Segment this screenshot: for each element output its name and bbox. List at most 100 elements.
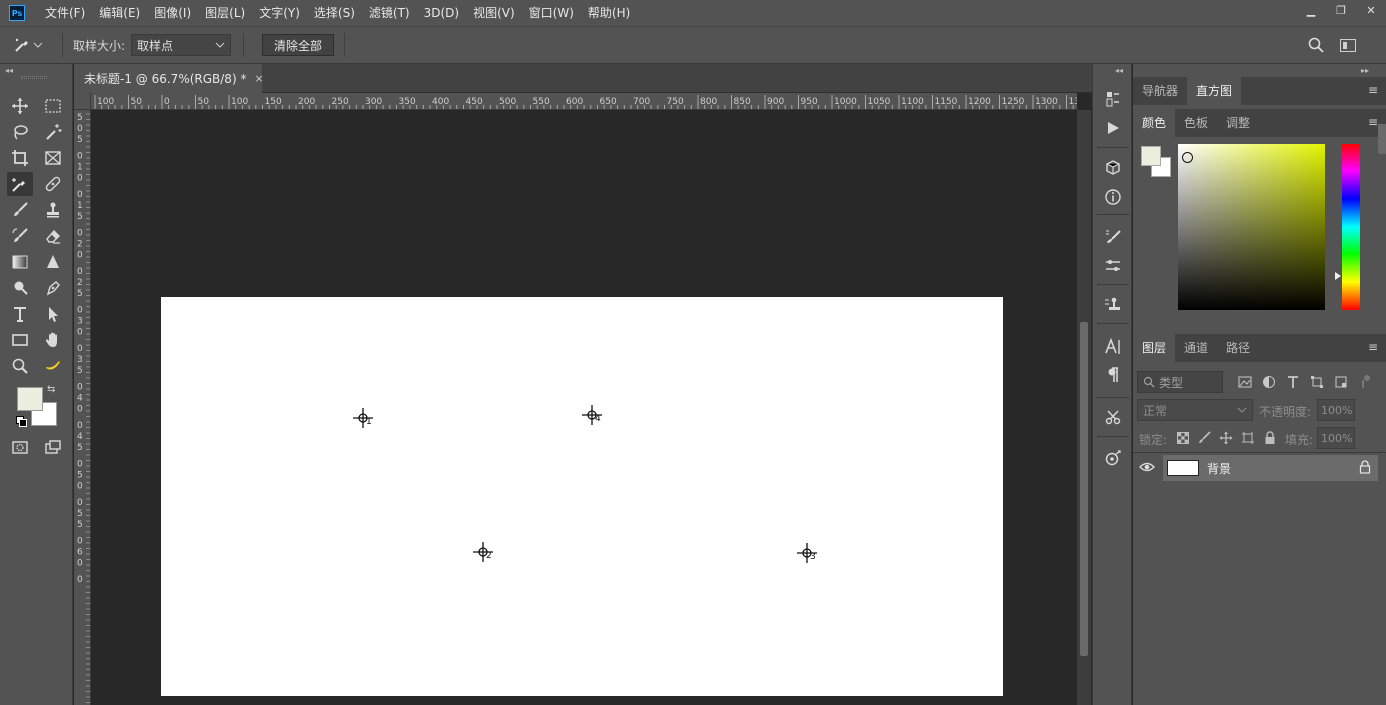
tool-preset-picker[interactable] bbox=[0, 30, 56, 60]
banana-icon[interactable] bbox=[40, 354, 66, 378]
close-icon[interactable]: × bbox=[254, 72, 263, 85]
document-tab[interactable]: 未标题-1 @ 66.7%(RGB/8) * × bbox=[74, 64, 264, 93]
ruler-origin[interactable] bbox=[74, 93, 91, 110]
search-icon[interactable] bbox=[1308, 37, 1324, 53]
menu-window[interactable]: 窗口(W) bbox=[522, 0, 581, 26]
menu-layer[interactable]: 图层(L) bbox=[198, 0, 252, 26]
collapse-panels-icon[interactable]: ▸▸ bbox=[1361, 66, 1369, 75]
frame-tool-icon[interactable] bbox=[40, 146, 66, 170]
brush-tool-icon[interactable] bbox=[7, 198, 33, 222]
tab-color[interactable]: 颜色 bbox=[1133, 109, 1176, 137]
menu-type[interactable]: 文字(Y) bbox=[252, 0, 307, 26]
clone-source-icon[interactable] bbox=[1101, 294, 1125, 316]
color-sampler-marker-3[interactable]: 3 bbox=[796, 542, 818, 564]
paragraph-panel-icon[interactable] bbox=[1101, 364, 1125, 386]
lock-artboard-icon[interactable] bbox=[1240, 430, 1256, 446]
filter-pixel-icon[interactable] bbox=[1236, 373, 1254, 391]
tab-navigator[interactable]: 导航器 bbox=[1133, 77, 1187, 105]
sample-size-select[interactable]: 取样点 bbox=[131, 34, 232, 56]
lasso-tool-icon[interactable] bbox=[7, 120, 33, 144]
lock-all-icon[interactable] bbox=[1262, 430, 1278, 446]
rectangle-tool-icon[interactable] bbox=[7, 328, 33, 352]
layer-row[interactable]: 背景 bbox=[1163, 455, 1378, 481]
color-sampler-marker-1[interactable]: 1 bbox=[352, 407, 374, 429]
foreground-color-swatch[interactable] bbox=[17, 387, 43, 411]
tab-paths[interactable]: 路径 bbox=[1217, 334, 1259, 362]
brush-settings-icon[interactable] bbox=[1101, 226, 1125, 248]
panel-menu-icon[interactable]: ≡ bbox=[1368, 115, 1378, 129]
properties-panel-icon[interactable] bbox=[1101, 447, 1125, 469]
tab-adjustments[interactable]: 调整 bbox=[1217, 109, 1259, 137]
dodge-tool-icon[interactable] bbox=[7, 276, 33, 300]
color-picker-ring[interactable] bbox=[1182, 152, 1193, 163]
layer-filter-select[interactable]: 类型 bbox=[1137, 371, 1223, 393]
color-sampler-marker-4[interactable]: 4 bbox=[581, 404, 603, 426]
fill-input[interactable]: 100% bbox=[1317, 427, 1355, 449]
menu-filter[interactable]: 滤镜(T) bbox=[362, 0, 417, 26]
collapse-dock-icon[interactable]: ◂◂ bbox=[1115, 66, 1123, 75]
panel-menu-icon[interactable]: ≡ bbox=[1368, 83, 1378, 97]
scrollbar-thumb[interactable] bbox=[1080, 322, 1088, 656]
workspace-icon[interactable] bbox=[1340, 39, 1356, 52]
lock-image-pixels-icon[interactable] bbox=[1196, 430, 1212, 446]
filter-shape-icon[interactable] bbox=[1308, 373, 1326, 391]
quick-mask-icon[interactable] bbox=[7, 435, 33, 459]
menu-3d[interactable]: 3D(D) bbox=[417, 0, 466, 26]
color-saturation-field[interactable] bbox=[1178, 144, 1325, 310]
marquee-tool-icon[interactable] bbox=[40, 94, 66, 118]
visibility-eye-icon[interactable] bbox=[1139, 460, 1155, 474]
blur-tool-icon[interactable] bbox=[40, 250, 66, 274]
color-sampler-tool-icon[interactable] bbox=[7, 172, 33, 196]
hue-slider[interactable] bbox=[1342, 144, 1360, 310]
panel-menu-icon[interactable]: ≡ bbox=[1368, 340, 1378, 354]
horizontal-ruler[interactable]: 100 50 0 50 100 150 200 250 300 350 400 450 500 550 60… bbox=[91, 93, 1077, 110]
history-brush-tool-icon[interactable] bbox=[7, 224, 33, 248]
crop-tool-icon[interactable] bbox=[7, 146, 33, 170]
filter-smart-object-icon[interactable] bbox=[1332, 373, 1350, 391]
filter-type-icon[interactable] bbox=[1284, 373, 1302, 391]
eraser-tool-icon[interactable] bbox=[40, 224, 66, 248]
collapse-toolbar-icon[interactable]: ◂◂ bbox=[5, 66, 13, 75]
vertical-ruler[interactable]: 5050100150200250300350400450500550600 bbox=[74, 110, 91, 705]
lock-transparent-pixels-icon[interactable] bbox=[1175, 430, 1191, 446]
screen-mode-icon[interactable] bbox=[40, 435, 66, 459]
tab-swatches[interactable]: 色板 bbox=[1175, 109, 1217, 137]
menu-edit[interactable]: 编辑(E) bbox=[92, 0, 147, 26]
blend-mode-select[interactable]: 正常 bbox=[1137, 399, 1253, 421]
clear-all-button[interactable]: 清除全部 bbox=[262, 34, 335, 56]
swap-colors-icon[interactable]: ⇆ bbox=[47, 384, 55, 395]
tab-layers[interactable]: 图层 bbox=[1133, 334, 1176, 362]
move-tool-icon[interactable] bbox=[7, 94, 33, 118]
opacity-input[interactable]: 100% bbox=[1317, 399, 1355, 421]
canvas-vertical-scrollbar[interactable] bbox=[1077, 110, 1091, 705]
clone-stamp-tool-icon[interactable] bbox=[40, 198, 66, 222]
color-panel-foreground-swatch[interactable] bbox=[1141, 146, 1161, 166]
menu-help[interactable]: 帮助(H) bbox=[581, 0, 637, 26]
filter-toggle-icon[interactable] bbox=[1356, 373, 1374, 391]
menu-select[interactable]: 选择(S) bbox=[307, 0, 362, 26]
info-icon[interactable] bbox=[1101, 186, 1125, 208]
history-panel-icon[interactable] bbox=[1101, 88, 1125, 110]
hue-slider-marker[interactable] bbox=[1335, 272, 1341, 280]
pen-tool-icon[interactable] bbox=[40, 276, 66, 300]
tool-presets-icon[interactable] bbox=[1101, 406, 1125, 428]
default-colors-icon[interactable] bbox=[16, 416, 27, 427]
tab-channels[interactable]: 通道 bbox=[1175, 334, 1217, 362]
panel-scrollbar-thumb[interactable] bbox=[1378, 124, 1386, 154]
close-window-button[interactable]: ✕ bbox=[1356, 0, 1386, 20]
tab-histogram[interactable]: 直方图 bbox=[1187, 77, 1242, 105]
filter-adjustment-icon[interactable] bbox=[1260, 373, 1278, 391]
type-tool-icon[interactable] bbox=[7, 302, 33, 326]
menu-image[interactable]: 图像(I) bbox=[147, 0, 198, 26]
color-sampler-marker-2[interactable]: 2 bbox=[472, 541, 494, 563]
brush-presets-icon[interactable] bbox=[1101, 255, 1125, 277]
canvas-area[interactable]: 1 2 3 4 bbox=[91, 110, 1077, 705]
menu-view[interactable]: 视图(V) bbox=[466, 0, 522, 26]
restore-button[interactable]: ❐ bbox=[1326, 0, 1356, 20]
hand-tool-icon[interactable] bbox=[40, 328, 66, 352]
zoom-tool-icon[interactable] bbox=[7, 354, 33, 378]
toolbar-grip[interactable] bbox=[21, 76, 47, 79]
3d-panel-icon[interactable] bbox=[1101, 157, 1125, 179]
actions-play-icon[interactable] bbox=[1101, 117, 1125, 139]
character-panel-icon[interactable] bbox=[1101, 336, 1125, 358]
